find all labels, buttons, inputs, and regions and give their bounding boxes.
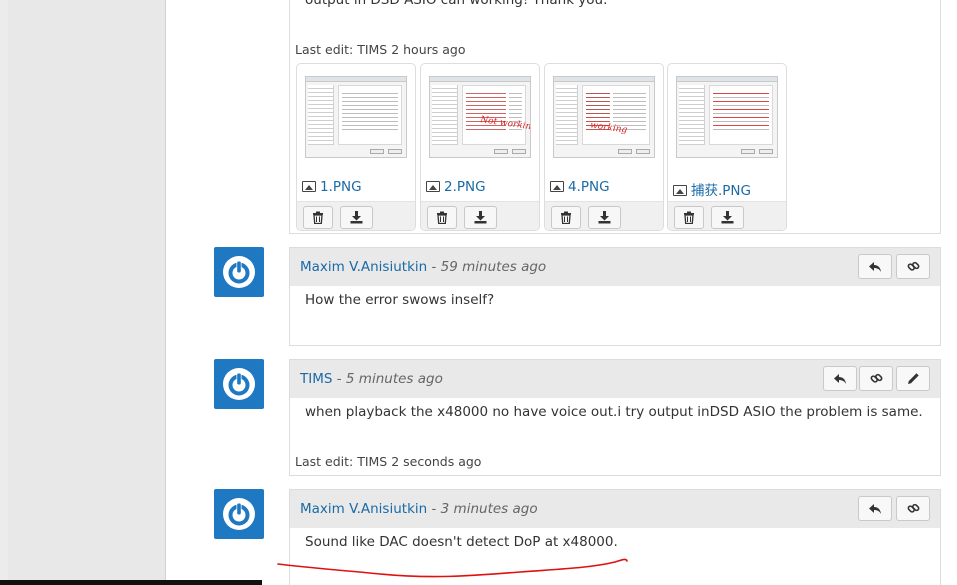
attachment-thumbnail[interactable]: Not working bbox=[429, 76, 531, 158]
link-icon bbox=[907, 503, 919, 513]
attachment-card: 1.PNG bbox=[296, 63, 416, 231]
post-attachments-card: output in DSD ASIO can working! Thank yo… bbox=[289, 0, 941, 234]
delete-attachment-button[interactable] bbox=[303, 206, 333, 229]
download-attachment-button[interactable] bbox=[711, 206, 744, 229]
pencil-icon bbox=[907, 373, 919, 384]
avatar[interactable] bbox=[214, 247, 264, 297]
image-icon bbox=[673, 185, 687, 196]
attachment-link[interactable]: 捕获.PNG bbox=[673, 179, 751, 199]
comment: TIMS - 5 minutes ago when playback the x… bbox=[289, 359, 941, 476]
avatar[interactable] bbox=[214, 359, 264, 409]
last-edit-note: Last edit: TIMS 2 seconds ago bbox=[295, 454, 482, 469]
comment-body: when playback the x48000 no have voice o… bbox=[305, 404, 923, 420]
left-sidebar bbox=[8, 0, 166, 585]
trash-icon bbox=[437, 211, 447, 224]
permalink-button[interactable] bbox=[896, 254, 930, 279]
red-underline-annotation bbox=[277, 558, 628, 578]
delete-attachment-button[interactable] bbox=[427, 206, 457, 229]
comment-author[interactable]: TIMS bbox=[300, 371, 332, 387]
edit-button[interactable] bbox=[896, 366, 930, 391]
power-icon bbox=[223, 368, 255, 400]
reply-button[interactable] bbox=[858, 496, 892, 521]
reply-icon bbox=[869, 503, 881, 514]
comment-body: How the error swows inself? bbox=[305, 292, 495, 308]
download-icon bbox=[350, 211, 363, 224]
download-icon bbox=[598, 211, 611, 224]
comment-time: 59 minutes ago bbox=[440, 259, 547, 275]
permalink-button[interactable] bbox=[859, 366, 893, 391]
trash-icon bbox=[561, 211, 571, 224]
image-icon bbox=[426, 181, 440, 192]
comment-author[interactable]: Maxim V.Anisiutkin bbox=[300, 259, 427, 275]
delete-attachment-button[interactable] bbox=[674, 206, 704, 229]
comment-header: Maxim V.Anisiutkin - 3 minutes ago bbox=[290, 490, 940, 528]
trash-icon bbox=[313, 211, 323, 224]
reply-icon bbox=[834, 373, 846, 384]
attachment-link[interactable]: 2.PNG bbox=[426, 179, 486, 195]
attachment-card: Not working 2.PNG bbox=[420, 63, 540, 231]
link-icon bbox=[870, 373, 882, 383]
attachment-thumbnail[interactable]: working bbox=[553, 76, 655, 158]
power-icon bbox=[223, 256, 255, 288]
comment-time: 5 minutes ago bbox=[345, 371, 443, 387]
post-body-cut: output in DSD ASIO can working! Thank yo… bbox=[305, 0, 608, 8]
last-edit-note: Last edit: TIMS 2 hours ago bbox=[295, 42, 466, 57]
comment-header: TIMS - 5 minutes ago bbox=[290, 360, 940, 398]
comment-time: 3 minutes ago bbox=[440, 501, 538, 517]
power-icon bbox=[223, 498, 255, 530]
attachment-link[interactable]: 1.PNG bbox=[302, 179, 362, 195]
comment: Maxim V.Anisiutkin - 59 minutes ago How … bbox=[289, 247, 941, 346]
download-icon bbox=[721, 211, 734, 224]
download-attachment-button[interactable] bbox=[340, 206, 373, 229]
comment-header: Maxim V.Anisiutkin - 59 minutes ago bbox=[290, 248, 940, 286]
download-icon bbox=[474, 211, 487, 224]
trash-icon bbox=[684, 211, 694, 224]
image-icon bbox=[302, 181, 316, 192]
image-icon bbox=[550, 181, 564, 192]
taskbar-edge bbox=[0, 580, 262, 585]
avatar[interactable] bbox=[214, 489, 264, 539]
download-attachment-button[interactable] bbox=[464, 206, 497, 229]
reply-icon bbox=[869, 261, 881, 272]
reply-button[interactable] bbox=[858, 254, 892, 279]
reply-button[interactable] bbox=[823, 366, 857, 391]
permalink-button[interactable] bbox=[896, 496, 930, 521]
left-gutter bbox=[0, 0, 8, 585]
attachment-thumbnail[interactable] bbox=[305, 76, 407, 158]
attachment-card: 捕获.PNG bbox=[667, 63, 787, 231]
attachment-thumbnail[interactable] bbox=[676, 76, 778, 158]
delete-attachment-button[interactable] bbox=[551, 206, 581, 229]
download-attachment-button[interactable] bbox=[588, 206, 621, 229]
attachment-link[interactable]: 4.PNG bbox=[550, 179, 610, 195]
comment-author[interactable]: Maxim V.Anisiutkin bbox=[300, 501, 427, 517]
link-icon bbox=[907, 261, 919, 271]
attachment-card: working 4.PNG bbox=[544, 63, 664, 231]
